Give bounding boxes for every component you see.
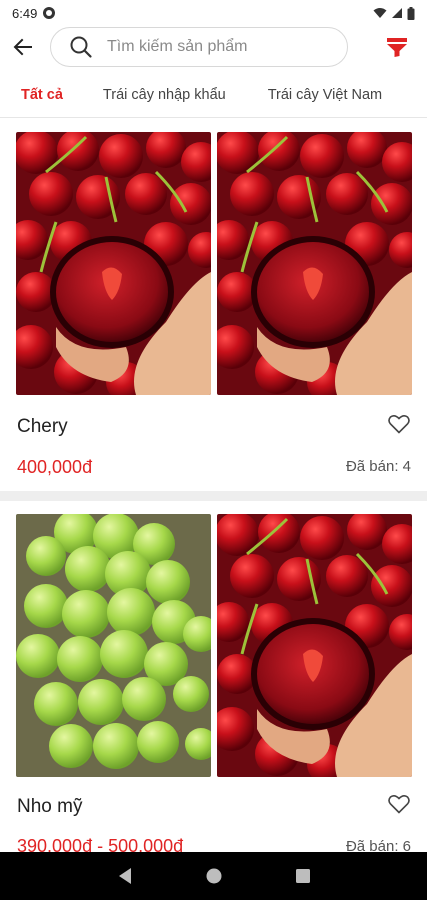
divider bbox=[0, 491, 427, 501]
product-image-cherry[interactable] bbox=[217, 132, 412, 395]
product-image-cherry[interactable] bbox=[217, 514, 412, 777]
product-images bbox=[16, 514, 412, 777]
heart-icon[interactable] bbox=[387, 412, 411, 436]
top-bar bbox=[0, 26, 427, 68]
product-price: 400,000đ bbox=[17, 457, 93, 477]
category-tabs: Tất cả Trái cây nhập khẩu Trái cây Việt … bbox=[0, 72, 427, 118]
product-sold-count: Đã bán: 4 bbox=[345, 458, 411, 475]
product-name: Nho mỹ bbox=[17, 796, 83, 817]
system-nav-bar bbox=[0, 852, 427, 900]
cherry-icon bbox=[217, 514, 412, 777]
arrow-left-icon bbox=[13, 38, 32, 56]
search-input[interactable] bbox=[107, 38, 307, 56]
square-recents-icon bbox=[295, 869, 310, 883]
cherry-icon bbox=[217, 132, 412, 395]
product-card[interactable]: Nho mỹ 390,000đ - 500,000đ Đã bán: 6 bbox=[0, 514, 427, 856]
product-image-grape[interactable] bbox=[16, 514, 211, 777]
product-card[interactable]: Chery 400,000đ Đã bán: 4 bbox=[0, 132, 427, 487]
tab-all[interactable]: Tất cả bbox=[0, 72, 103, 117]
product-image-cherry[interactable] bbox=[16, 132, 211, 395]
battery-icon bbox=[407, 6, 415, 20]
heart-icon[interactable] bbox=[387, 792, 411, 816]
tab-vietnam-fruit[interactable]: Trái cây Việt Nam bbox=[268, 72, 382, 117]
notification-icon bbox=[43, 7, 56, 19]
tab-imported-fruit[interactable]: Trái cây nhập khẩu bbox=[103, 72, 268, 117]
circle-home-icon bbox=[206, 868, 221, 884]
search-icon bbox=[70, 36, 92, 58]
nav-home-button[interactable] bbox=[199, 861, 229, 891]
filter-button[interactable] bbox=[383, 33, 411, 61]
status-bar: 6:49 bbox=[0, 0, 427, 26]
triangle-back-icon bbox=[118, 868, 131, 884]
filter-icon bbox=[387, 38, 407, 57]
status-time: 6:49 bbox=[12, 5, 38, 21]
cherry-icon bbox=[16, 132, 211, 395]
product-name: Chery bbox=[17, 416, 68, 437]
nav-recents-button[interactable] bbox=[288, 861, 318, 891]
grape-icon bbox=[16, 514, 211, 777]
signal-icon bbox=[392, 8, 402, 18]
back-button[interactable] bbox=[0, 26, 46, 68]
product-images bbox=[16, 132, 412, 395]
status-icons bbox=[373, 6, 415, 20]
nav-back-button[interactable] bbox=[110, 861, 140, 891]
search-box[interactable] bbox=[50, 27, 348, 67]
wifi-icon bbox=[373, 8, 387, 18]
